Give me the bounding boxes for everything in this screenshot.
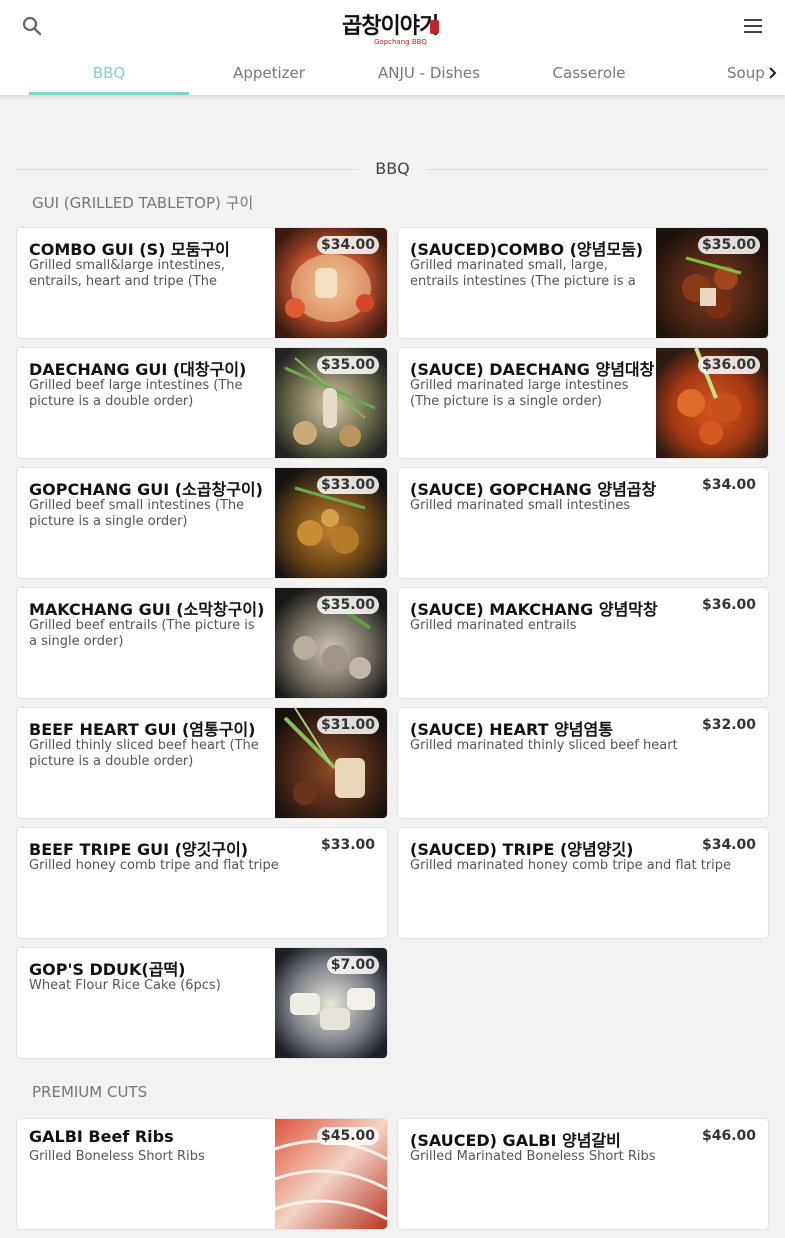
menu-item-name: GOPCHANG GUI (소곱창구이) — [29, 480, 263, 499]
menu-item-card[interactable]: (SAUCED) GALBI 양념갈비 Grilled Marinated Bon… — [397, 1118, 769, 1230]
menu-item-price: $46.00 — [701, 1128, 756, 1144]
menu-item-description: Grilled marinated honey comb tripe and f… — [410, 858, 732, 873]
menu-item-description: Grilled beef small intestines (The pictu… — [29, 498, 245, 529]
tab-appetizer[interactable]: Appetizer — [189, 55, 349, 95]
menu-item-price: $36.00 — [701, 597, 756, 613]
menu-item-card[interactable]: COMBO GUI (S) 모둠구이 Grilled small&large in… — [16, 227, 388, 339]
menu-item-name: (SAUCE) DAECHANG 양념대창 — [410, 360, 655, 379]
menu-item-price: $33.00 — [320, 837, 375, 853]
category-heading: PREMIUM CUTS — [32, 1083, 148, 1101]
menu-item-description: Grilled honey comb tripe and flat tripe — [29, 858, 279, 873]
menu-item-name: (SAUCE) GOPCHANG 양념곱창 — [410, 480, 657, 499]
section-title: BBQ — [359, 159, 426, 178]
menu-item-description: Grilled marinated large intestines (The … — [410, 378, 629, 409]
menu-item-card[interactable]: GOP'S DDUK(곱떡) Wheat Flour Rice Cake (6pc… — [16, 947, 388, 1059]
menu-item-card[interactable]: MAKCHANG GUI (소막창구이) Grilled beef entrail… — [16, 587, 388, 699]
menu-item-price: $35.00 — [316, 596, 379, 614]
menu-item-card[interactable]: (SAUCE) MAKCHANG 양념막창 Grilled marinated e… — [397, 587, 769, 699]
menu-item-name: (SAUCE) HEART 양념염통 — [410, 720, 613, 739]
tab-casserole[interactable]: Casserole — [509, 55, 669, 95]
menu-item-price: $32.00 — [701, 717, 756, 733]
menu-item-card[interactable]: DAECHANG GUI (대창구이) Grilled beef large in… — [16, 347, 388, 459]
menu-item-description: Wheat Flour Rice Cake (6pcs) — [29, 978, 221, 993]
category-tabs: BBQ Appetizer ANJU - Dishes Casserole Soup — [0, 55, 785, 95]
menu-item-name: (SAUCED) TRIPE (양념양깃) — [410, 840, 634, 859]
menu-item-description: Grilled marinated small intestines — [410, 498, 631, 513]
menu-item-price: $34.00 — [316, 236, 379, 254]
logo-subtitle: Gopchang BBQ — [374, 38, 427, 46]
menu-item-card[interactable]: BEEF HEART GUI (염통구이) Grilled thinly slic… — [16, 707, 388, 819]
menu-item-description: Grilled beef large intestines (The pictu… — [29, 378, 243, 409]
search-icon[interactable] — [18, 12, 46, 40]
menu-item-name: COMBO GUI (S) 모둠구이 — [29, 240, 230, 259]
tab-bbq[interactable]: BBQ — [29, 55, 189, 95]
menu-item-card[interactable]: GALBI Beef Ribs Grilled Boneless Short Ri… — [16, 1118, 388, 1230]
menu-item-description: Grilled marinated thinly sliced beef hea… — [410, 738, 678, 753]
menu-item-price: $33.00 — [316, 476, 379, 494]
menu-item-description: Grilled marinated small, large, entrails… — [410, 258, 636, 289]
menu-item-name: (SAUCE) MAKCHANG 양념막창 — [410, 600, 658, 619]
menu-item-description: Grilled marinated entrails — [410, 618, 577, 633]
menu-item-description: Grilled small&large intestines, entrails… — [29, 258, 226, 289]
menu-item-card[interactable]: BEEF TRIPE GUI (양깃구이) Grilled honey comb … — [16, 827, 388, 939]
menu-item-name: MAKCHANG GUI (소막창구이) — [29, 600, 265, 619]
menu-item-name: BEEF HEART GUI (염통구이) — [29, 720, 256, 739]
menu-item-card[interactable]: (SAUCE) GOPCHANG 양념곱창 Grilled marinated s… — [397, 467, 769, 579]
menu-item-price: $35.00 — [316, 356, 379, 374]
top-bar: 곱창이야기 Gopchang BBQ BBQ Appetizer ANJU - Di… — [0, 0, 785, 95]
menu-item-price: $7.00 — [326, 956, 379, 974]
menu-item-name: BEEF TRIPE GUI (양깃구이) — [29, 840, 249, 859]
menu-item-price: $36.00 — [697, 356, 760, 374]
tab-anju-dishes[interactable]: ANJU - Dishes — [349, 55, 509, 95]
menu-item-card[interactable]: (SAUCED)COMBO (양념모둠) Grilled marinated sm… — [397, 227, 769, 339]
menu-item-card[interactable]: GOPCHANG GUI (소곱창구이) Grilled beef small i… — [16, 467, 388, 579]
menu-item-name: GALBI Beef Ribs — [29, 1127, 174, 1146]
menu-item-description: Grilled Marinated Boneless Short Ribs — [410, 1149, 656, 1164]
menu-item-price: $34.00 — [701, 837, 756, 853]
restaurant-logo[interactable]: 곱창이야기 Gopchang BBQ — [342, 8, 442, 50]
menu-item-description: Grilled Boneless Short Ribs — [29, 1149, 205, 1164]
tab-soup[interactable]: Soup — [669, 55, 779, 95]
menu-item-price: $45.00 — [316, 1127, 379, 1145]
menu-item-card[interactable]: (SAUCED) TRIPE (양념양깃) Grilled marinated h… — [397, 827, 769, 939]
menu-item-card[interactable]: (SAUCE) HEART 양념염통 Grilled marinated thin… — [397, 707, 769, 819]
menu-item-name: DAECHANG GUI (대창구이) — [29, 360, 247, 379]
logo-text: 곱창이야기 — [342, 13, 439, 39]
menu-item-description: Grilled beef entrails (The picture is a … — [29, 618, 255, 649]
category-heading: GUI (GRILLED TABLETOP) 구이 — [32, 194, 254, 212]
menu-item-name: (SAUCED) GALBI 양념갈비 — [410, 1131, 621, 1150]
menu-item-description: Grilled thinly sliced beef heart (The pi… — [29, 738, 259, 769]
chevron-right-icon[interactable] — [765, 63, 781, 83]
menu-item-price: $35.00 — [697, 236, 760, 254]
menu-item-name: (SAUCED)COMBO (양념모둠) — [410, 240, 644, 259]
menu-icon[interactable] — [739, 12, 767, 40]
logo-seal-icon — [430, 20, 439, 34]
menu-item-card[interactable]: (SAUCE) DAECHANG 양념대창 Grilled marinated l… — [397, 347, 769, 459]
menu-item-name: GOP'S DDUK(곱떡) — [29, 960, 186, 979]
section-header: BBQ — [16, 158, 769, 180]
menu-item-price: $34.00 — [701, 477, 756, 493]
menu-item-price: $31.00 — [316, 716, 379, 734]
